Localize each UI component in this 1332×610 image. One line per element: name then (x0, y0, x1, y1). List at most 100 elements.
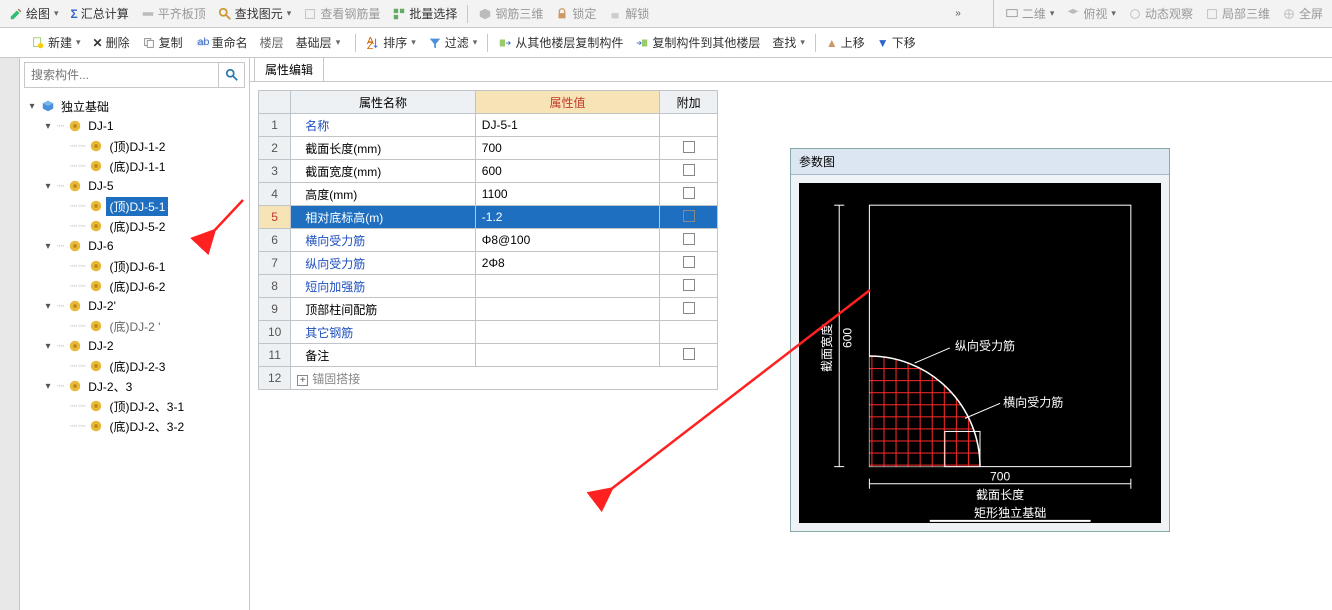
sumcalc-button[interactable]: Σ汇总计算 (66, 3, 134, 24)
tree-leaf[interactable]: ┈┈(底)DJ-2、3-2 (22, 416, 247, 436)
tree-leaf[interactable]: ┈┈(顶)DJ-2、3-1 (22, 396, 247, 416)
tree-leaf[interactable]: ┈┈(底)DJ-5-2 (22, 216, 247, 236)
prop-name[interactable]: 横向受力筋 (291, 229, 476, 252)
expand-icon[interactable]: + (297, 375, 308, 386)
copyfrom-button[interactable]: 从其他楼层复制构件 (493, 32, 628, 53)
grid-row[interactable]: 3截面宽度(mm)600 (259, 160, 718, 183)
viewrebar-button[interactable]: 查看钢筋量 (298, 3, 385, 24)
prop-name[interactable]: 纵向受力筋 (291, 252, 476, 275)
prop-add[interactable] (660, 137, 718, 160)
prop-value[interactable]: DJ-5-1 (475, 114, 660, 137)
tree-root[interactable]: ▾独立基础 (22, 96, 247, 116)
tree-leaf[interactable]: ┈┈(底)DJ-6-2 (22, 276, 247, 296)
checkbox-icon[interactable] (683, 210, 695, 222)
copyto-button[interactable]: 复制构件到其他楼层 (630, 32, 765, 53)
toolbar-more-icon[interactable]: » (955, 8, 961, 19)
rename-button[interactable]: ab重命名 (190, 32, 253, 53)
tab-properties[interactable]: 属性编辑 (254, 57, 324, 81)
prop-anchor[interactable]: +锚固搭接 (291, 367, 718, 390)
moveup-button[interactable]: ▲上移 (821, 32, 870, 53)
prop-value[interactable] (475, 275, 660, 298)
grid-row[interactable]: 2截面长度(mm)700 (259, 137, 718, 160)
fullscreen-button[interactable]: 全屏 (1277, 3, 1328, 24)
prop-value[interactable] (475, 321, 660, 344)
prop-value[interactable]: Φ8@100 (475, 229, 660, 252)
prop-name[interactable]: 名称 (291, 114, 476, 137)
baselayer-select[interactable]: 基础层▾ (291, 32, 351, 53)
prop-add[interactable] (660, 275, 718, 298)
prop-name[interactable]: 其它钢筋 (291, 321, 476, 344)
component-tree[interactable]: ▾独立基础 ▾┈DJ-1 ┈┈(顶)DJ-1-2 ┈┈(底)DJ-1-1 ▾┈D… (20, 92, 249, 610)
grid-row[interactable]: 1名称DJ-5-1 (259, 114, 718, 137)
checkbox-icon[interactable] (683, 164, 695, 176)
grid-row[interactable]: 7纵向受力筋2Φ8 (259, 252, 718, 275)
tree-leaf[interactable]: ┈┈(顶)DJ-1-2 (22, 136, 247, 156)
tree-leaf[interactable]: ┈┈(顶)DJ-6-1 (22, 256, 247, 276)
prop-value[interactable]: 2Φ8 (475, 252, 660, 275)
grid-row[interactable]: 8短向加强筋 (259, 275, 718, 298)
rebar3d-button[interactable]: 钢筋三维 (473, 3, 548, 24)
grid-row[interactable]: 6横向受力筋Φ8@100 (259, 229, 718, 252)
find-button[interactable]: 查找▾ (767, 32, 810, 53)
grid-row[interactable]: 11备注 (259, 344, 718, 367)
draw-button[interactable]: 绘图▾ (4, 3, 64, 24)
tree-node[interactable]: ▾┈DJ-6 (22, 236, 247, 256)
prop-value[interactable]: 600 (475, 160, 660, 183)
prop-add[interactable] (660, 252, 718, 275)
delete-button[interactable]: ✕删除 (88, 32, 135, 53)
unlock-button[interactable]: 解锁 (603, 3, 654, 24)
prop-name[interactable]: 备注 (291, 344, 476, 367)
prop-add[interactable] (660, 321, 718, 344)
dynview-button[interactable]: 动态观察 (1123, 3, 1198, 24)
movedown-button[interactable]: ▼下移 (872, 32, 921, 53)
prop-name[interactable]: 顶部柱间配筋 (291, 298, 476, 321)
checkbox-icon[interactable] (683, 348, 695, 360)
tree-node[interactable]: ▾┈DJ-1 (22, 116, 247, 136)
prop-add[interactable] (660, 183, 718, 206)
tree-leaf[interactable]: ┈┈(底)DJ-2-3 (22, 356, 247, 376)
prop-add[interactable] (660, 298, 718, 321)
tree-leaf[interactable]: ┈┈(底)DJ-1-1 (22, 156, 247, 176)
checkbox-icon[interactable] (683, 187, 695, 199)
grid-row[interactable]: 4高度(mm)1100 (259, 183, 718, 206)
prop-value[interactable]: -1.2 (475, 206, 660, 229)
property-grid[interactable]: 属性名称 属性值 附加 1名称DJ-5-12截面长度(mm)7003截面宽度(m… (258, 90, 718, 390)
prop-name[interactable]: 相对底标高(m) (291, 206, 476, 229)
prop-value[interactable]: 1100 (475, 183, 660, 206)
prop-name[interactable]: 高度(mm) (291, 183, 476, 206)
sort-button[interactable]: AZ排序▾ (361, 32, 421, 53)
local3d-button[interactable]: 局部三维 (1200, 3, 1275, 24)
batchsel-button[interactable]: 批量选择 (387, 3, 462, 24)
checkbox-icon[interactable] (683, 279, 695, 291)
prop-name[interactable]: 短向加强筋 (291, 275, 476, 298)
tree-leaf-selected[interactable]: ┈┈(顶)DJ-5-1 (22, 196, 247, 216)
prop-add[interactable] (660, 160, 718, 183)
checkbox-icon[interactable] (683, 256, 695, 268)
new-button[interactable]: 新建▾ (26, 32, 86, 53)
leveltop-button[interactable]: 平齐板顶 (136, 3, 211, 24)
copy-button[interactable]: 复制 (137, 32, 188, 53)
prop-value[interactable]: 700 (475, 137, 660, 160)
prop-add[interactable] (660, 114, 718, 137)
checkbox-icon[interactable] (683, 233, 695, 245)
prop-name[interactable]: 截面宽度(mm) (291, 160, 476, 183)
prop-add[interactable] (660, 206, 718, 229)
checkbox-icon[interactable] (683, 302, 695, 314)
tree-leaf[interactable]: ┈┈(底)DJ-2 ' (22, 316, 247, 336)
checkbox-icon[interactable] (683, 141, 695, 153)
grid-row-expand[interactable]: 12+锚固搭接 (259, 367, 718, 390)
search-input[interactable] (25, 63, 218, 87)
viewtop-button[interactable]: 俯视▾ (1061, 3, 1121, 24)
grid-row[interactable]: 9顶部柱间配筋 (259, 298, 718, 321)
grid-row[interactable]: 10其它钢筋 (259, 321, 718, 344)
tree-node[interactable]: ▾┈DJ-2' (22, 296, 247, 316)
prop-value[interactable] (475, 298, 660, 321)
prop-name[interactable]: 截面长度(mm) (291, 137, 476, 160)
lock-button[interactable]: 锁定 (550, 3, 601, 24)
view2d-button[interactable]: 二维▾ (1000, 3, 1060, 24)
tree-node[interactable]: ▾┈DJ-5 (22, 176, 247, 196)
prop-add[interactable] (660, 229, 718, 252)
tree-node[interactable]: ▾┈DJ-2 (22, 336, 247, 356)
prop-value[interactable] (475, 344, 660, 367)
prop-add[interactable] (660, 344, 718, 367)
